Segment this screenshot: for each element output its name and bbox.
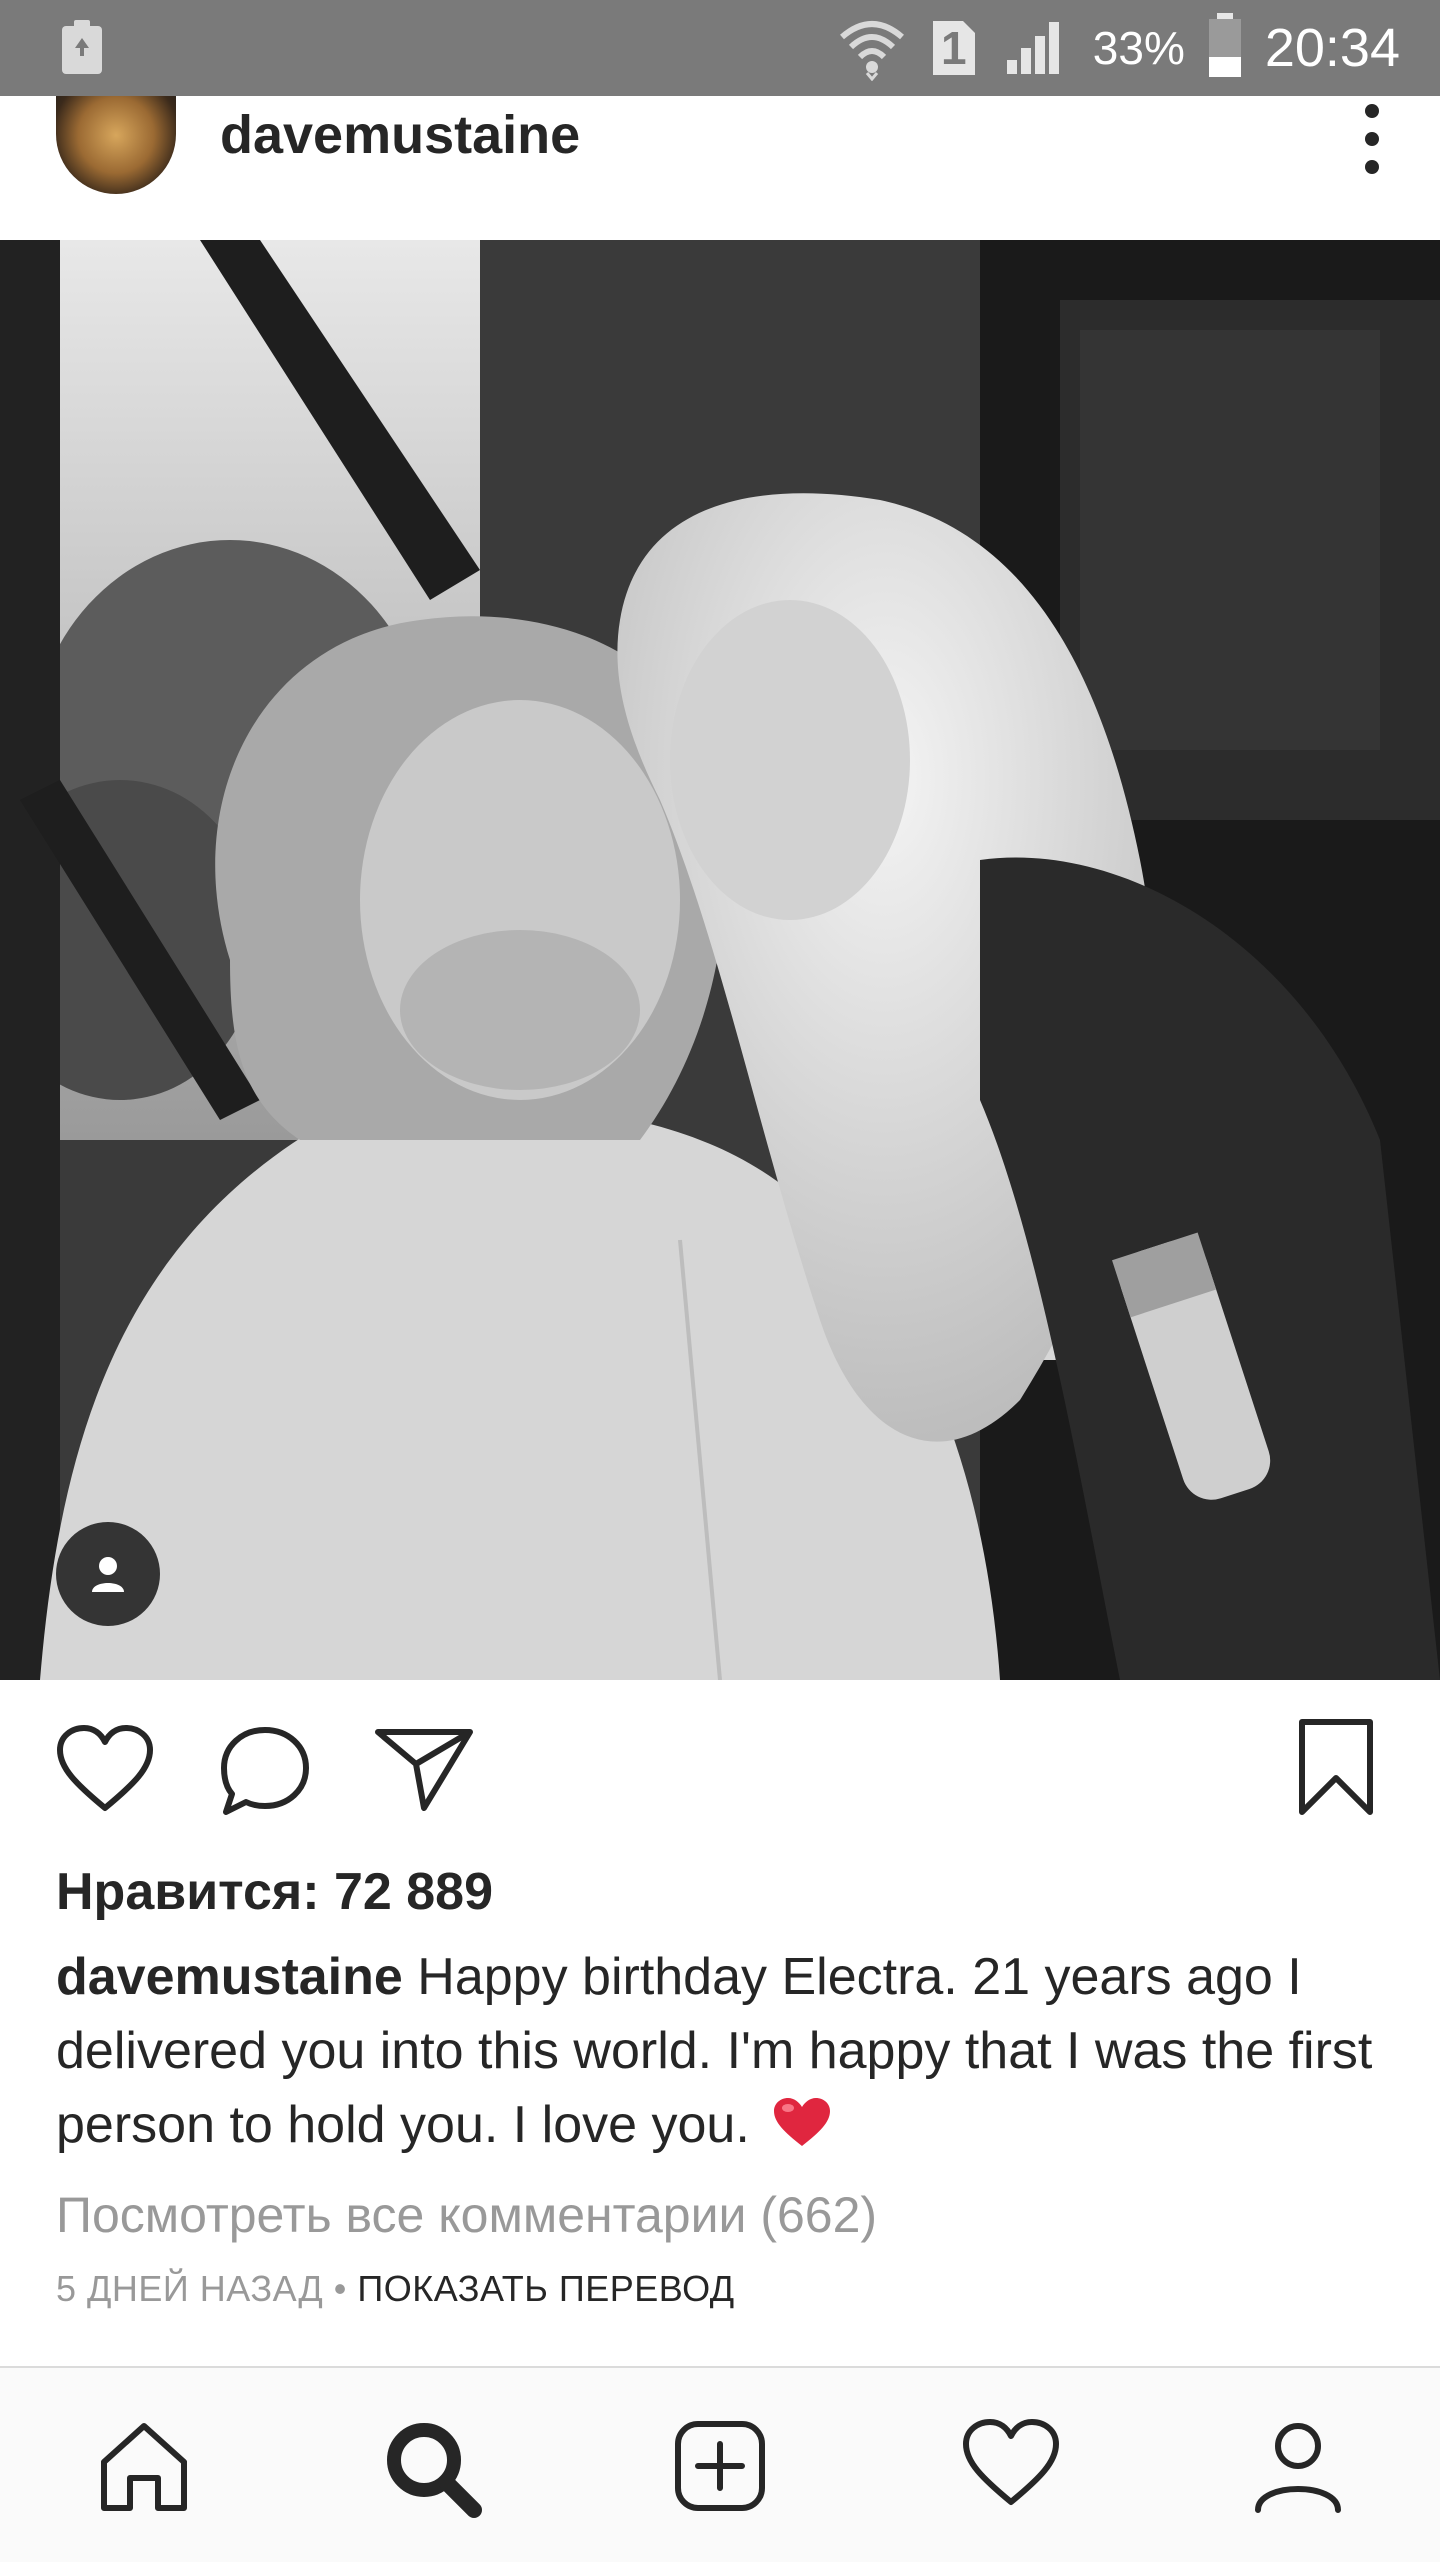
post-username[interactable]: davemustaine <box>220 104 580 166</box>
new-post-icon[interactable] <box>672 2418 768 2519</box>
post-actions <box>0 1680 1440 1850</box>
avatar[interactable] <box>56 96 176 194</box>
comment-icon[interactable] <box>218 1724 312 1823</box>
view-all-comments-link[interactable]: Посмотреть все комментарии (662) <box>56 2186 877 2244</box>
clock: 20:34 <box>1264 18 1400 78</box>
meta-separator: • <box>323 2268 358 2309</box>
bookmark-icon[interactable] <box>1296 1718 1376 1823</box>
post-meta: 5 ДНЕЙ НАЗАД • ПОКАЗАТЬ ПЕРЕВОД <box>56 2268 735 2310</box>
send-icon[interactable] <box>374 1724 474 1819</box>
bottom-navigation <box>0 2366 1440 2562</box>
post-time-ago: 5 ДНЕЙ НАЗАД <box>56 2268 324 2309</box>
likes-count[interactable]: Нравится: 72 889 <box>56 1862 493 1922</box>
sim-icon: 1 <box>929 17 979 79</box>
person-icon <box>92 1557 124 1592</box>
caption-username[interactable]: davemustaine <box>56 1948 403 2006</box>
activity-heart-icon[interactable] <box>962 2418 1060 2513</box>
battery-icon <box>1207 12 1243 84</box>
profile-icon[interactable] <box>1250 2418 1346 2519</box>
post-header: davemustaine <box>0 96 1440 240</box>
red-heart-emoji-icon <box>772 2094 832 2146</box>
signal-icon <box>1001 16 1071 81</box>
search-icon[interactable] <box>382 2418 482 2523</box>
show-translation-link[interactable]: ПОКАЗАТЬ ПЕРЕВОД <box>357 2268 734 2309</box>
sim-slot-number: 1 <box>940 22 967 74</box>
status-bar: 1 33% 20:34 <box>0 0 1440 96</box>
recycle-notification-icon <box>58 18 106 81</box>
home-icon[interactable] <box>96 2418 192 2519</box>
post-photo[interactable] <box>0 240 1440 1680</box>
post-caption: davemustaine Happy birthday Electra. 21 … <box>56 1940 1396 2162</box>
heart-icon[interactable] <box>56 1724 154 1819</box>
more-options-icon[interactable] <box>1360 104 1384 174</box>
user-tags-button[interactable] <box>56 1522 160 1626</box>
wifi-icon <box>837 11 907 86</box>
battery-percent: 33% <box>1092 22 1185 74</box>
